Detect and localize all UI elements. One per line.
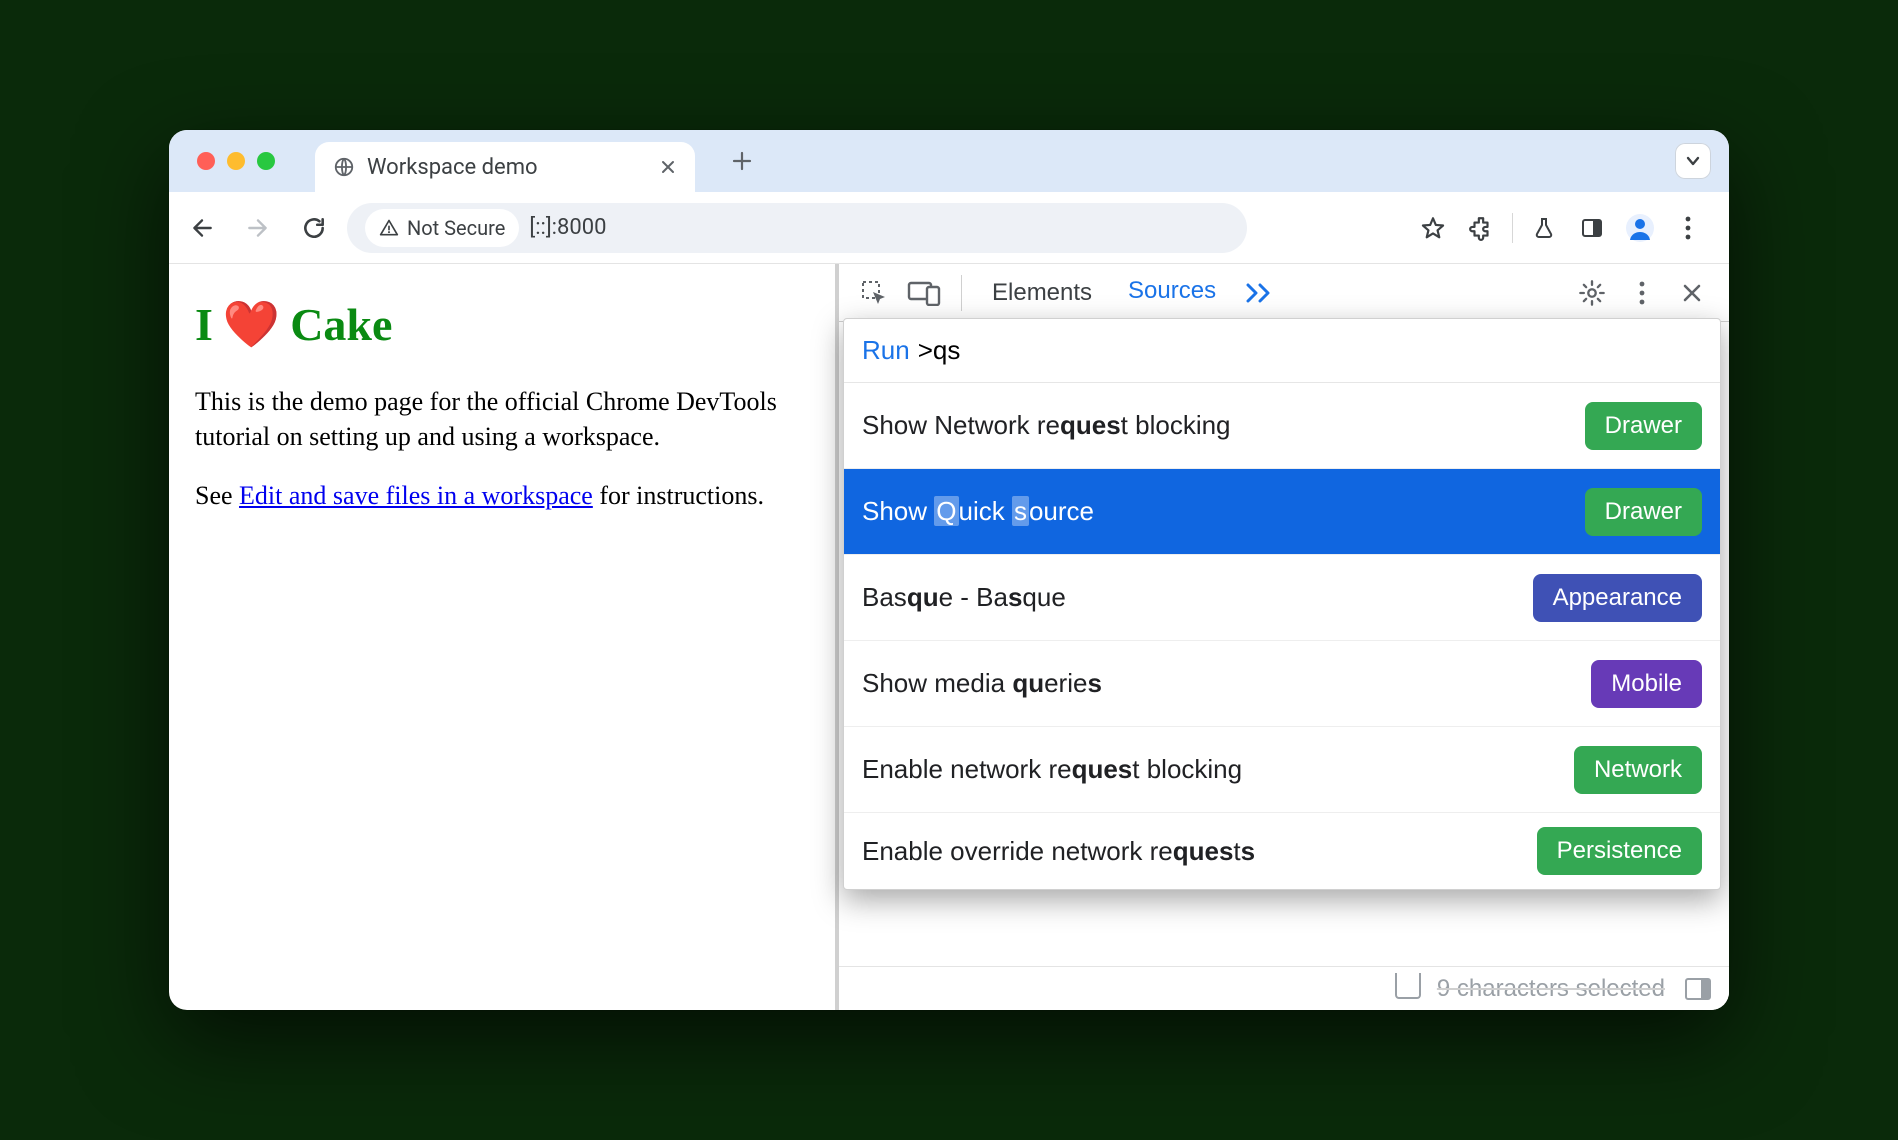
brackets-icon (1395, 979, 1421, 999)
command-item[interactable]: Basque - Basque Appearance (844, 555, 1720, 641)
globe-icon (333, 156, 355, 178)
close-window-button[interactable] (197, 152, 215, 170)
command-item-label: Enable override network requests (862, 836, 1255, 867)
command-item[interactable]: Enable override network requests Persiste… (844, 813, 1720, 889)
command-query: >qs (918, 335, 961, 366)
devtools-tabs: Elements Sources (839, 264, 1729, 322)
rendered-page: I ❤️ Cake This is the demo page for the … (169, 264, 839, 1010)
command-item[interactable]: Show media queries Mobile (844, 641, 1720, 727)
side-panel-button[interactable] (1569, 205, 1615, 251)
browser-tab[interactable]: Workspace demo (315, 142, 695, 192)
back-button[interactable] (179, 205, 225, 251)
page-heading: I ❤️ Cake (195, 294, 809, 356)
heart-icon: ❤️ (223, 294, 280, 356)
command-item-label: Show media queries (862, 668, 1102, 699)
bookmark-button[interactable] (1410, 205, 1456, 251)
profile-button[interactable] (1617, 205, 1663, 251)
command-item[interactable]: Show Network request blocking Drawer (844, 383, 1720, 469)
close-devtools-button[interactable] (1667, 268, 1717, 318)
command-input-row[interactable]: Run >qs (844, 319, 1720, 383)
tab-search-button[interactable] (1675, 143, 1711, 179)
warning-icon (379, 218, 399, 238)
labs-button[interactable] (1521, 205, 1567, 251)
tabs-separator (961, 275, 962, 311)
inspect-element-button[interactable] (849, 268, 899, 318)
command-item-label: Enable network request blocking (862, 754, 1242, 785)
intro-paragraph: This is the demo page for the official C… (195, 384, 809, 454)
tab-elements[interactable]: Elements (974, 264, 1110, 321)
command-item[interactable]: Enable network request blocking Network (844, 727, 1720, 813)
device-toolbar-button[interactable] (899, 268, 949, 318)
p2-before: See (195, 481, 239, 510)
maximize-window-button[interactable] (257, 152, 275, 170)
toolbar-right (1410, 205, 1711, 251)
command-category-pill: Persistence (1537, 827, 1702, 875)
run-label: Run (862, 335, 910, 366)
reload-button[interactable] (291, 205, 337, 251)
p2-after: for instructions. (593, 481, 764, 510)
close-tab-button[interactable] (659, 158, 677, 176)
more-tabs-button[interactable] (1234, 268, 1284, 318)
command-item-label: Show Quick source (862, 496, 1094, 527)
tab-sources[interactable]: Sources (1110, 264, 1234, 321)
command-item[interactable]: Show Quick source Drawer (844, 469, 1720, 555)
tutorial-link[interactable]: Edit and save files in a workspace (239, 481, 593, 510)
command-item-label: Basque - Basque (862, 582, 1066, 613)
heading-suffix: Cake (290, 294, 392, 356)
new-tab-button[interactable] (731, 150, 753, 172)
devtools-panel: Elements Sources Run >qs Show Network re… (839, 264, 1729, 1010)
settings-button[interactable] (1567, 268, 1617, 318)
selection-status: 9 characters selected (1437, 975, 1665, 1003)
browser-window: Workspace demo Not Secure [::]:8000 (169, 130, 1729, 1010)
minimize-window-button[interactable] (227, 152, 245, 170)
titlebar: Workspace demo (169, 130, 1729, 192)
security-label: Not Secure (407, 216, 505, 240)
devtools-footer: 9 characters selected (839, 966, 1729, 1010)
security-chip[interactable]: Not Secure (365, 209, 519, 247)
command-item-label: Show Network request blocking (862, 410, 1231, 441)
link-paragraph: See Edit and save files in a workspace f… (195, 478, 809, 513)
dock-side-icon[interactable] (1685, 978, 1711, 1000)
command-menu: Run >qs Show Network request blocking Dra… (843, 318, 1721, 890)
extensions-button[interactable] (1458, 205, 1504, 251)
window-controls (197, 152, 275, 170)
overflow-menu-button[interactable] (1665, 205, 1711, 251)
command-category-pill: Appearance (1533, 574, 1702, 622)
navigation-toolbar: Not Secure [::]:8000 (169, 192, 1729, 264)
command-category-pill: Drawer (1585, 402, 1702, 450)
command-category-pill: Mobile (1591, 660, 1702, 708)
command-category-pill: Drawer (1585, 488, 1702, 536)
content-area: I ❤️ Cake This is the demo page for the … (169, 264, 1729, 1010)
url-text: [::]:8000 (529, 215, 606, 240)
forward-button[interactable] (235, 205, 281, 251)
toolbar-separator (1512, 213, 1513, 243)
devtools-menu-button[interactable] (1617, 268, 1667, 318)
tab-title: Workspace demo (367, 155, 538, 180)
command-category-pill: Network (1574, 746, 1702, 794)
heading-prefix: I (195, 294, 213, 356)
address-bar[interactable]: Not Secure [::]:8000 (347, 203, 1247, 253)
command-list: Show Network request blockingDrawerShow … (844, 383, 1720, 889)
